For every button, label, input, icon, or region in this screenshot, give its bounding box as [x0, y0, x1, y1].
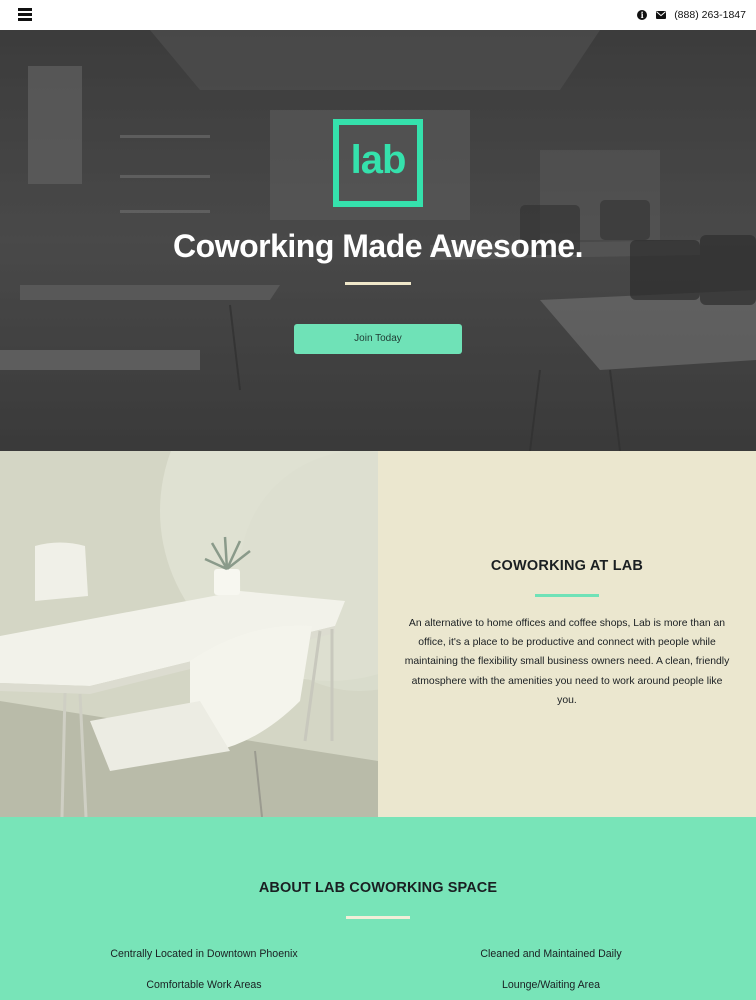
about-section: ABOUT LAB COWORKING SPACE Centrally Loca… [0, 817, 756, 1000]
join-today-button[interactable]: Join Today [294, 324, 462, 354]
hero-title: Coworking Made Awesome. [173, 228, 583, 264]
feature-item: Comfortable Work Areas [146, 979, 262, 991]
logo-text: lab [350, 137, 407, 182]
about-divider [346, 916, 410, 919]
office-table-image [0, 451, 378, 817]
hero-section: lab Coworking Made Awesome. Join Today [0, 30, 756, 451]
top-bar: i (888) 263-1847 [0, 0, 756, 30]
feature-item: Lounge/Waiting Area [502, 979, 600, 991]
hero-divider [345, 282, 411, 285]
coworking-section: COWORKING AT LAB An alternative to home … [0, 451, 756, 817]
coworking-description: An alternative to home offices and coffe… [404, 618, 730, 706]
coworking-text-panel: COWORKING AT LAB An alternative to home … [378, 451, 756, 817]
feature-item: Cleaned and Maintained Daily [480, 948, 622, 960]
feature-item: Centrally Located in Downtown Phoenix [110, 948, 298, 960]
top-contact: i (888) 263-1847 [637, 6, 746, 24]
coworking-heading: COWORKING AT LAB [490, 558, 644, 574]
about-heading: ABOUT LAB COWORKING SPACE [258, 880, 498, 896]
phone-number[interactable]: (888) 263-1847 [674, 9, 746, 21]
lab-logo: lab [333, 119, 423, 207]
info-icon[interactable]: i [637, 10, 648, 20]
coworking-divider [535, 594, 599, 597]
mail-icon[interactable] [656, 11, 667, 19]
hamburger-icon[interactable] [18, 8, 32, 22]
